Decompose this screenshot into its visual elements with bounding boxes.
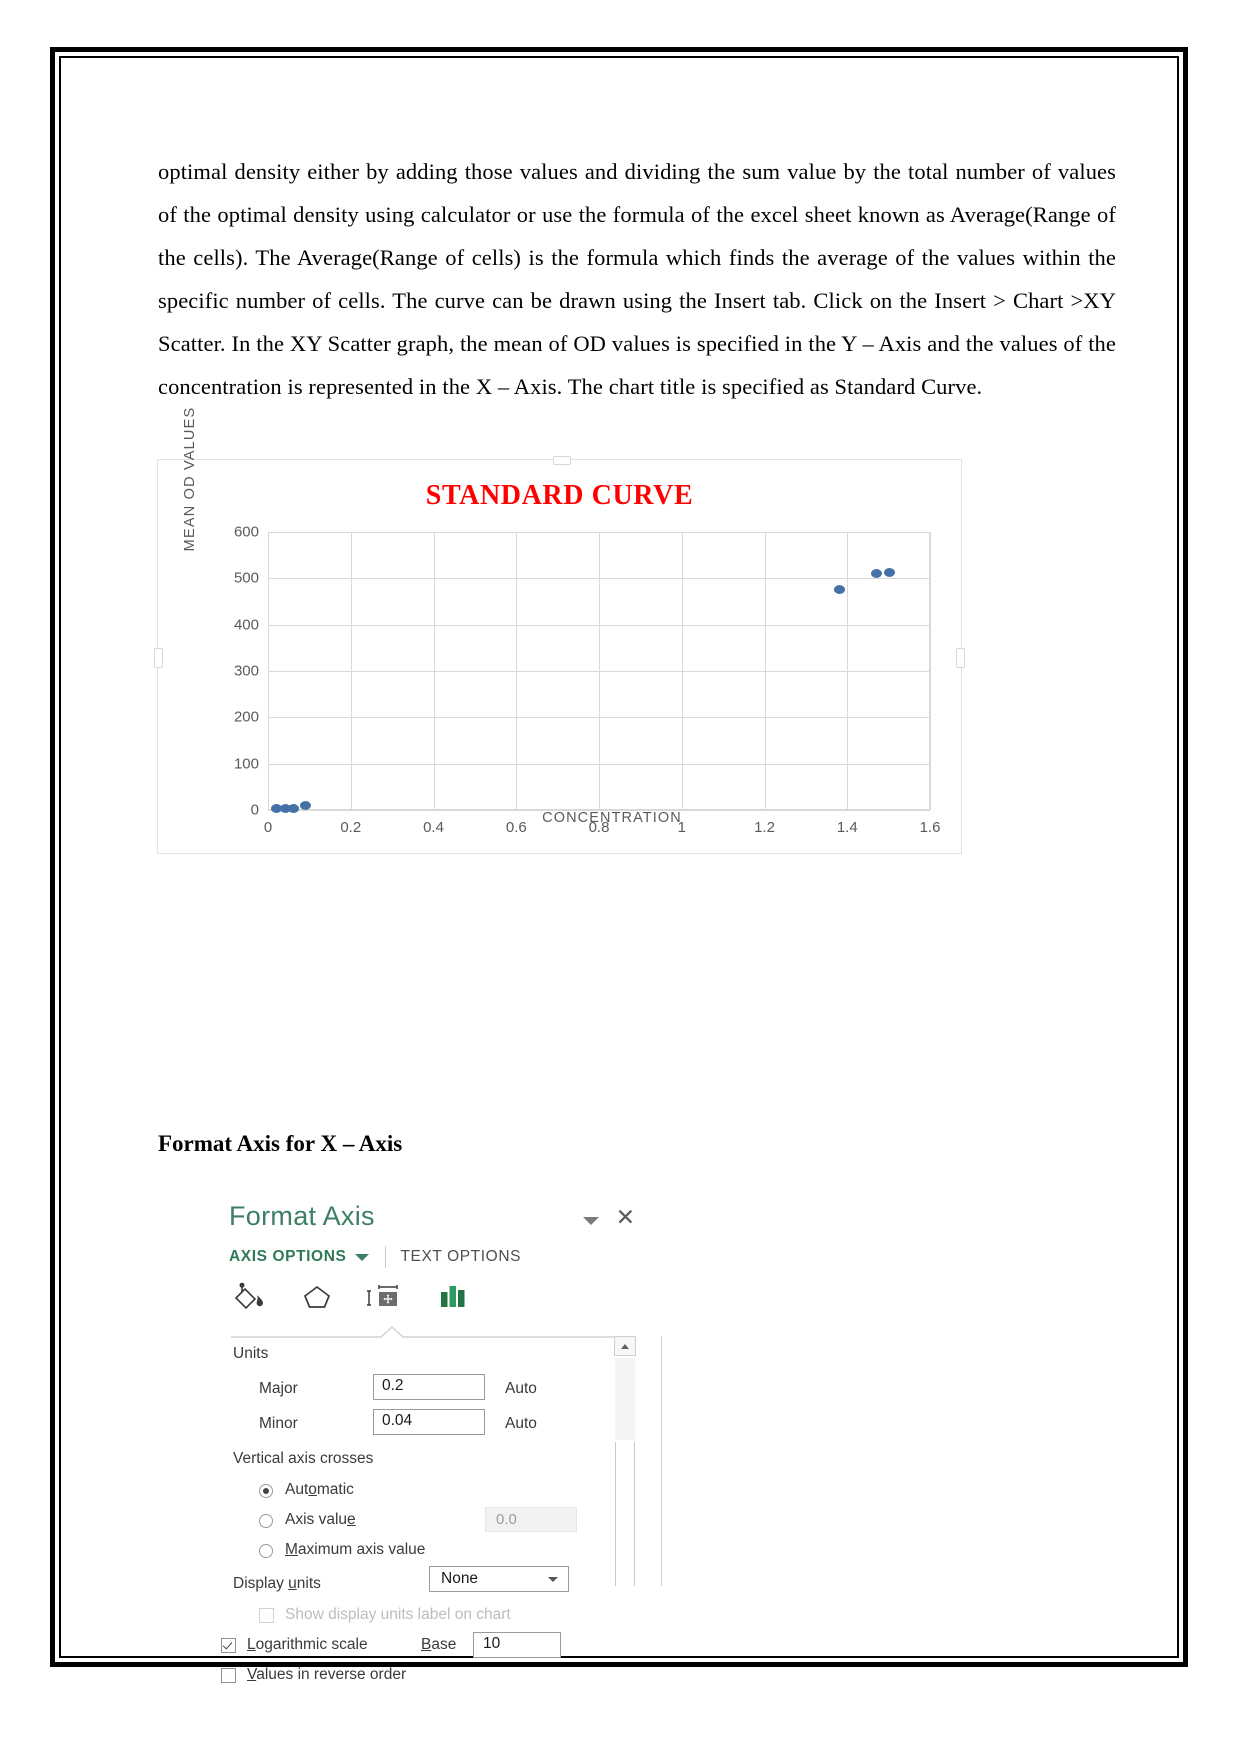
icon-tab-underline (231, 1326, 621, 1338)
page-outer-border: optimal density either by adding those v… (50, 47, 1188, 1683)
radio-axis-value[interactable] (259, 1514, 273, 1528)
minor-auto-label: Auto (505, 1415, 537, 1432)
radio-maximum-axis-value-label: Maximum axis value (285, 1541, 426, 1558)
page-content: optimal density either by adding those v… (61, 58, 1177, 1683)
chart-data-point[interactable] (883, 568, 895, 578)
chevron-down-icon[interactable] (583, 1217, 599, 1225)
radio-automatic[interactable] (259, 1484, 273, 1498)
gridline-vertical (350, 532, 352, 810)
panel-right-divider (661, 1336, 662, 1586)
gridline-vertical (433, 532, 435, 810)
checkbox-logarithmic-scale[interactable] (221, 1638, 236, 1653)
show-display-units-label: Show display units label on chart (285, 1606, 511, 1623)
chevron-down-icon (548, 1577, 558, 1582)
y-axis-tick-label: 100 (233, 755, 259, 773)
radio-automatic-label: Automatic (285, 1481, 354, 1498)
format-axis-icon-tabs (229, 1279, 473, 1315)
maximum-axis-value-radio-row[interactable]: Maximum axis value (233, 1539, 633, 1569)
axis-value-input[interactable]: 0.0 (485, 1507, 577, 1532)
tab-axis-options-caret-icon[interactable] (355, 1253, 370, 1261)
display-units-row: Display units None (233, 1566, 633, 1604)
base-label: Base (421, 1636, 457, 1653)
y-axis-tick-label: 600 (233, 523, 259, 541)
radio-maximum-axis-value[interactable] (259, 1544, 273, 1558)
y-axis-tick-label: 300 (233, 662, 259, 680)
checkbox-show-display-units (259, 1608, 274, 1623)
major-unit-row: Major 0.2 Auto (233, 1374, 633, 1409)
chart-title: STANDARD CURVE (425, 480, 694, 511)
chart-data-point[interactable] (833, 584, 845, 594)
y-axis-tick-label: 500 (233, 569, 259, 587)
values-reverse-order-row[interactable]: Values in reverse order (221, 1664, 633, 1694)
major-auto-label: Auto (505, 1380, 537, 1397)
checkbox-values-reverse-order[interactable] (221, 1668, 236, 1683)
chart-plot-area: 0 100 200 300 400 500 600 0 0.2 0.4 0.6 0.8 1 1.2 1.4… (234, 524, 940, 837)
close-icon[interactable]: ✕ (616, 1206, 635, 1229)
automatic-radio-row[interactable]: Automatic (233, 1479, 633, 1509)
chart-y-axis-title: MEAN OD VALUES (182, 406, 198, 552)
chart-handle-right[interactable] (956, 648, 965, 668)
chart-handle-left[interactable] (154, 648, 163, 668)
format-axis-panel: Format Axis ✕ AXIS OPTIONS TEXT OPTIONS (221, 1201, 662, 1683)
y-axis-tick-label: 200 (233, 708, 259, 726)
units-label: Units (233, 1345, 269, 1362)
axis-options-chart-icon[interactable] (433, 1279, 473, 1315)
format-axis-panel-title: Format Axis (229, 1201, 375, 1231)
tab-axis-options[interactable]: AXIS OPTIONS (229, 1248, 346, 1266)
size-properties-icon[interactable] (365, 1279, 405, 1315)
axis-value-radio-row[interactable]: Axis value 0.0 (233, 1507, 633, 1539)
minor-label: Minor (259, 1415, 298, 1432)
gridline-vertical (268, 532, 269, 810)
minor-unit-row: Minor 0.04 Auto (233, 1409, 633, 1444)
tab-text-options[interactable]: TEXT OPTIONS (400, 1248, 521, 1266)
page-inner-border: optimal density either by adding those v… (59, 56, 1179, 1683)
effects-pentagon-icon[interactable] (297, 1279, 337, 1315)
minor-unit-input[interactable]: 0.04 (373, 1409, 485, 1435)
gridline-vertical (930, 532, 931, 810)
radio-axis-value-label: Axis value (285, 1511, 356, 1528)
section-heading-format-axis: Format Axis for X – Axis (158, 1131, 403, 1156)
gridline-vertical (764, 532, 766, 810)
body-paragraph: optimal density either by adding those v… (158, 159, 1116, 399)
vertical-axis-crosses-label: Vertical axis crosses (233, 1450, 374, 1467)
gridline-vertical (516, 532, 518, 810)
display-units-select[interactable]: None (429, 1566, 569, 1592)
gridline-vertical (681, 532, 683, 810)
fill-line-icon[interactable] (229, 1279, 269, 1315)
major-unit-input[interactable]: 0.2 (373, 1374, 485, 1400)
axis-options-form: Units Major 0.2 Auto Minor 0.04 Auto Ver… (221, 1339, 633, 1694)
display-units-label: Display units (233, 1575, 321, 1592)
chart-x-axis-title: CONCENTRATION (542, 810, 682, 826)
logarithmic-scale-label: Logarithmic scale (247, 1636, 368, 1653)
logarithmic-scale-row[interactable]: Logarithmic scale Base 10 (221, 1632, 633, 1664)
vertical-axis-crosses-header: Vertical axis crosses (233, 1444, 633, 1479)
gridline-vertical (847, 532, 849, 810)
gridline-vertical (599, 532, 600, 810)
base-input[interactable]: 10 (473, 1632, 561, 1658)
chart-handle-top[interactable] (553, 456, 571, 465)
show-display-units-row: Show display units label on chart (233, 1604, 633, 1634)
values-reverse-order-label: Values in reverse order (247, 1666, 407, 1683)
units-section-header: Units (233, 1339, 633, 1374)
display-units-value: None (441, 1570, 479, 1587)
format-axis-tabs: AXIS OPTIONS TEXT OPTIONS (229, 1246, 521, 1268)
major-label: Major (259, 1380, 298, 1397)
tab-separator (385, 1246, 387, 1268)
standard-curve-chart[interactable]: STANDARD CURVE MEAN OD VALUES 0 100 200 300… (154, 407, 965, 854)
y-axis-tick-label: 400 (233, 616, 259, 634)
